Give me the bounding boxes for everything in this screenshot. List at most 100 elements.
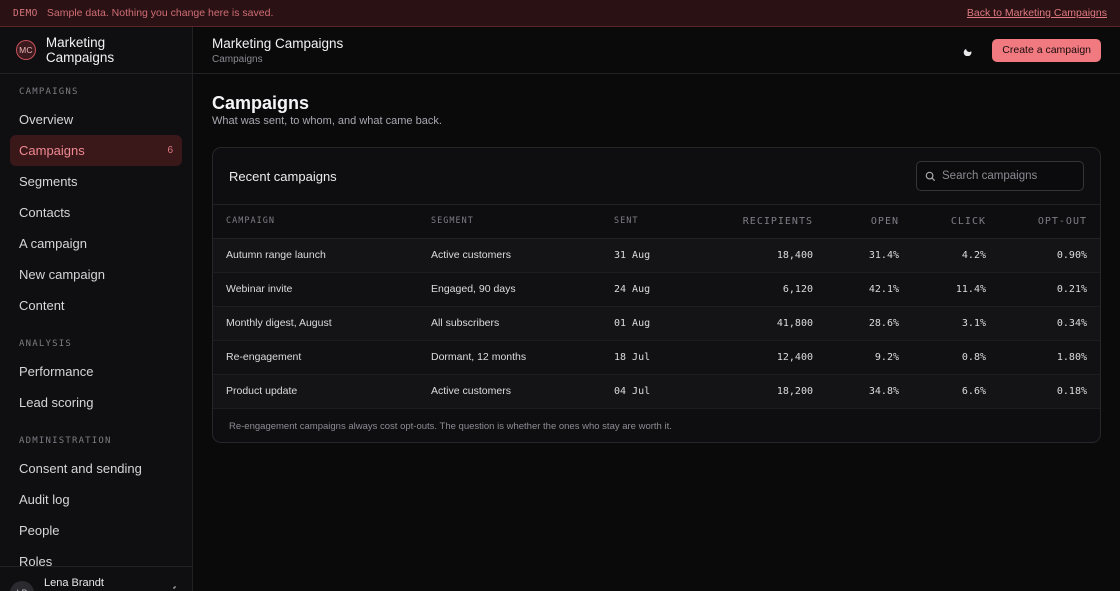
cell-sent: 04 Jul bbox=[601, 374, 696, 409]
cell-segment: Engaged, 90 days bbox=[418, 272, 601, 307]
cell-segment: Active customers bbox=[418, 238, 601, 273]
sidebar-item-label: A campaign bbox=[19, 236, 87, 251]
brand[interactable]: MC Marketing Campaigns bbox=[0, 27, 192, 74]
sidebar-item-people[interactable]: People bbox=[10, 515, 182, 546]
sidebar-item-overview[interactable]: Overview bbox=[10, 104, 182, 135]
cell-opt-out: 0.18% bbox=[999, 374, 1100, 409]
col-campaign[interactable]: CAMPAIGN bbox=[213, 205, 418, 239]
sidebar: MC Marketing Campaigns CAMPAIGNS Overvie… bbox=[0, 27, 193, 591]
sidebar-item-segments[interactable]: Segments bbox=[10, 166, 182, 197]
cell-opt-out: 1.80% bbox=[999, 340, 1100, 375]
back-to-campaigns-link[interactable]: Back to Marketing Campaigns bbox=[967, 7, 1107, 19]
cell-segment: Dormant, 12 months bbox=[418, 340, 601, 375]
cell-opt-out: 0.90% bbox=[999, 238, 1100, 273]
cell-open: 28.6% bbox=[826, 306, 912, 341]
sidebar-item-campaigns[interactable]: Campaigns 6 bbox=[10, 135, 182, 166]
search-input[interactable] bbox=[942, 170, 1072, 182]
cell-click: 6.6% bbox=[912, 374, 999, 409]
sidebar-item-content[interactable]: Content bbox=[10, 290, 182, 321]
campaigns-table: CAMPAIGN SEGMENT SENT RECIPIENTS OPEN CL… bbox=[213, 205, 1100, 409]
table-row[interactable]: Autumn range launch Active customers 31 … bbox=[213, 238, 1100, 273]
sidebar-item-a-campaign[interactable]: A campaign bbox=[10, 228, 182, 259]
cell-recipients: 6,120 bbox=[696, 272, 826, 307]
cell-sent: 01 Aug bbox=[601, 306, 696, 341]
sidebar-item-label: Audit log bbox=[19, 492, 70, 507]
cell-segment: All subscribers bbox=[418, 306, 601, 341]
cell-sent: 24 Aug bbox=[601, 272, 696, 307]
table-row[interactable]: Product update Active customers 04 Jul 1… bbox=[213, 374, 1100, 409]
cell-opt-out: 0.34% bbox=[999, 306, 1100, 341]
sidebar-item-audit-log[interactable]: Audit log bbox=[10, 484, 182, 515]
recent-campaigns-card: Recent campaigns CAMPAIGN SEGMENT SENT R… bbox=[212, 147, 1101, 443]
cell-click: 11.4% bbox=[912, 272, 999, 307]
table-row[interactable]: Monthly digest, August All subscribers 0… bbox=[213, 306, 1100, 341]
col-sent[interactable]: SENT bbox=[601, 205, 696, 239]
campaigns-count-badge: 6 bbox=[167, 145, 173, 156]
sidebar-item-label: Content bbox=[19, 298, 65, 313]
cell-opt-out: 0.21% bbox=[999, 272, 1100, 307]
avatar: LB bbox=[10, 581, 34, 591]
cell-campaign: Autumn range launch bbox=[213, 238, 418, 273]
sidebar-item-lead-scoring[interactable]: Lead scoring bbox=[10, 387, 182, 418]
cell-click: 3.1% bbox=[912, 306, 999, 341]
demo-banner: DEMO Sample data. Nothing you change her… bbox=[0, 0, 1120, 27]
cell-sent: 18 Jul bbox=[601, 340, 696, 375]
table-row[interactable]: Re-engagement Dormant, 12 months 18 Jul … bbox=[213, 340, 1100, 375]
brand-name: Marketing Campaigns bbox=[45, 35, 115, 65]
table-row[interactable]: Webinar invite Engaged, 90 days 24 Aug 6… bbox=[213, 272, 1100, 307]
demo-tag: DEMO bbox=[13, 7, 38, 19]
sidebar-item-label: Overview bbox=[19, 112, 74, 127]
sidebar-item-label: Campaigns bbox=[19, 143, 85, 158]
cell-campaign: Product update bbox=[213, 374, 418, 409]
cell-open: 34.8% bbox=[826, 374, 912, 409]
sidebar-item-label: Performance bbox=[19, 364, 94, 379]
sidebar-item-consent-and-sending[interactable]: Consent and sending bbox=[10, 453, 182, 484]
sidebar-item-contacts[interactable]: Contacts bbox=[10, 197, 182, 228]
user-name: Lena Brandt bbox=[44, 577, 104, 589]
sidebar-item-label: New campaign bbox=[19, 267, 105, 282]
theme-toggle-button[interactable] bbox=[958, 40, 978, 60]
create-campaign-button[interactable]: Create a campaign bbox=[992, 38, 1101, 62]
cell-recipients: 12,400 bbox=[696, 340, 826, 375]
app-title: Marketing Campaigns bbox=[212, 35, 344, 51]
cell-click: 4.2% bbox=[912, 238, 999, 273]
col-click[interactable]: CLICK bbox=[912, 205, 999, 239]
nav-section-analysis: ANALYSIS bbox=[19, 339, 72, 349]
demo-message: Sample data. Nothing you change here is … bbox=[46, 7, 274, 19]
brand-logo: MC bbox=[16, 40, 36, 60]
sidebar-item-new-campaign[interactable]: New campaign bbox=[10, 259, 182, 290]
cell-open: 31.4% bbox=[826, 238, 912, 273]
page-title: Campaigns bbox=[212, 93, 310, 113]
cell-campaign: Webinar invite bbox=[213, 272, 418, 307]
moon-icon bbox=[963, 48, 972, 56]
cell-open: 42.1% bbox=[826, 272, 912, 307]
cell-segment: Active customers bbox=[418, 374, 601, 409]
sidebar-item-label: Consent and sending bbox=[19, 461, 142, 476]
nav-section-campaigns: CAMPAIGNS bbox=[19, 87, 79, 97]
cell-recipients: 18,400 bbox=[696, 238, 826, 273]
nav-section-administration: ADMINISTRATION bbox=[19, 436, 112, 446]
sidebar-item-label: Lead scoring bbox=[19, 395, 94, 410]
cell-campaign: Monthly digest, August bbox=[213, 306, 418, 341]
cell-open: 9.2% bbox=[826, 340, 912, 375]
card-footnote: Re-engagement campaigns always cost opt-… bbox=[229, 420, 672, 432]
col-opt-out[interactable]: OPT-OUT bbox=[999, 205, 1100, 239]
search-box[interactable] bbox=[916, 161, 1084, 191]
breadcrumb[interactable]: Campaigns bbox=[212, 54, 343, 65]
sidebar-item-label: People bbox=[19, 523, 60, 538]
topbar: Marketing Campaigns Campaigns Create a c… bbox=[193, 27, 1120, 74]
col-open[interactable]: OPEN bbox=[826, 205, 912, 239]
cell-recipients: 41,800 bbox=[696, 306, 826, 341]
sidebar-item-label: Contacts bbox=[19, 205, 71, 220]
user-footer[interactable]: LB Lena Brandt bbox=[0, 566, 192, 591]
cell-sent: 31 Aug bbox=[601, 238, 696, 273]
sidebar-item-label: Segments bbox=[19, 174, 78, 189]
page-subtitle: What was sent, to whom, and what came ba… bbox=[212, 115, 442, 127]
sidebar-item-performance[interactable]: Performance bbox=[10, 356, 182, 387]
col-recipients[interactable]: RECIPIENTS bbox=[696, 205, 826, 239]
col-segment[interactable]: SEGMENT bbox=[418, 205, 601, 239]
search-icon bbox=[925, 171, 936, 181]
cell-click: 0.8% bbox=[912, 340, 999, 375]
cell-recipients: 18,200 bbox=[696, 374, 826, 409]
expand-icon[interactable] bbox=[172, 585, 182, 591]
